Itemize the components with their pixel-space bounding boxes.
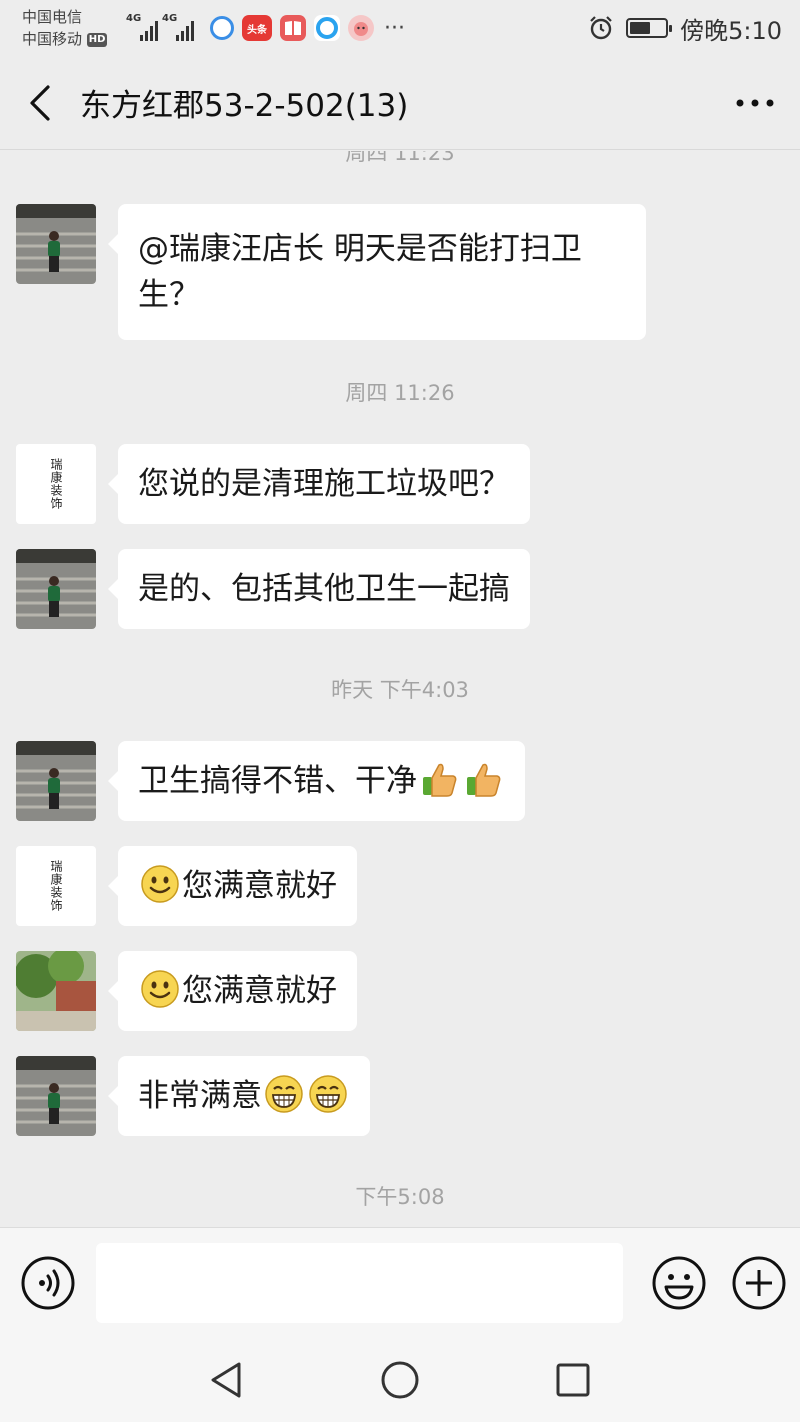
carrier-1: 中国电信 bbox=[22, 8, 83, 26]
more-actions-button[interactable] bbox=[719, 1228, 799, 1338]
store-logo-text: 瑞康装饰 bbox=[49, 458, 63, 510]
voice-input-button[interactable] bbox=[0, 1228, 96, 1338]
message-text: 是的、包括其他卫生一起搞 bbox=[138, 571, 510, 607]
message-bubble[interactable]: 您满意就好 bbox=[108, 846, 357, 926]
message-text: 非常满意 bbox=[138, 1078, 262, 1114]
message-text: @瑞康汪店长 明天是否能打扫卫生？ bbox=[138, 231, 582, 313]
nav-back-button[interactable] bbox=[197, 1350, 257, 1410]
message-bubble[interactable]: 非常满意 bbox=[108, 1056, 370, 1136]
back-arrow-icon bbox=[30, 84, 50, 121]
search-app-icon bbox=[314, 15, 340, 41]
more-notifications-icon: ··· bbox=[384, 15, 405, 41]
input-bar bbox=[0, 1227, 800, 1337]
chat-title: 东方红郡53-2-502(13) bbox=[80, 88, 409, 124]
timestamp: 下午5:08 bbox=[355, 1185, 445, 1209]
message-row: 您满意就好 bbox=[16, 951, 357, 1031]
message-text: 您满意就好 bbox=[182, 868, 337, 904]
square-recents-icon bbox=[556, 1363, 590, 1396]
thumbs-up-icon bbox=[467, 763, 501, 797]
triangle-back-icon bbox=[211, 1362, 241, 1397]
system-nav-bar bbox=[0, 1337, 800, 1422]
chat-messages-area[interactable]: 周四 11:23 @瑞康汪店长 明天是否能打扫卫生？ 周四 11:26 瑞康装饰… bbox=[0, 151, 800, 1227]
carrier-2: 中国移动 bbox=[22, 30, 83, 48]
message-row: @瑞康汪店长 明天是否能打扫卫生？ bbox=[16, 204, 646, 340]
message-bubble[interactable]: 是的、包括其他卫生一起搞 bbox=[108, 549, 530, 629]
message-row: 瑞康装饰 您满意就好 bbox=[16, 846, 357, 926]
smile-emoji-icon bbox=[141, 865, 179, 903]
store-logo-text: 瑞康装饰 bbox=[49, 860, 63, 912]
avatar-store[interactable]: 瑞康装饰 bbox=[16, 846, 96, 926]
message-bubble[interactable]: @瑞康汪店长 明天是否能打扫卫生？ bbox=[108, 204, 646, 340]
status-time: 傍晚5:10 bbox=[680, 16, 782, 45]
network-type-2: 4G bbox=[162, 13, 178, 24]
more-options-button[interactable] bbox=[710, 56, 800, 150]
emoji-button[interactable] bbox=[639, 1228, 719, 1338]
message-text: 您满意就好 bbox=[182, 973, 337, 1009]
signal-1-icon: 4G bbox=[126, 13, 158, 41]
toutiao-icon: 头条 bbox=[242, 15, 272, 41]
signal-2-icon: 4G bbox=[162, 13, 194, 41]
smile-emoji-icon bbox=[141, 970, 179, 1008]
status-bar: 中国电信 中国移动 HD 4G 4G 头条 ··· 傍晚5:10 bbox=[0, 0, 800, 56]
avatar-customer[interactable] bbox=[16, 549, 96, 629]
nav-recents-button[interactable] bbox=[543, 1350, 603, 1410]
nav-home-button[interactable] bbox=[370, 1350, 430, 1410]
avatar-customer[interactable] bbox=[16, 741, 96, 821]
avatar-store[interactable]: 瑞康装饰 bbox=[16, 444, 96, 524]
message-input[interactable] bbox=[96, 1242, 623, 1323]
battery-icon bbox=[626, 18, 673, 38]
message-bubble[interactable]: 您说的是清理施工垃圾吧？ bbox=[108, 444, 530, 524]
avatar-customer[interactable] bbox=[16, 204, 96, 284]
avatar-customer[interactable] bbox=[16, 1056, 96, 1136]
circle-home-icon bbox=[381, 1361, 419, 1398]
message-row: 是的、包括其他卫生一起搞 bbox=[16, 549, 530, 629]
thumbs-up-icon bbox=[423, 763, 457, 797]
avatar-member[interactable] bbox=[16, 951, 96, 1031]
grin-emoji-icon bbox=[309, 1075, 347, 1113]
message-bubble[interactable]: 卫生搞得不错、干净 bbox=[108, 741, 525, 821]
alarm-icon bbox=[590, 16, 612, 40]
hd-badge: HD bbox=[86, 32, 108, 47]
message-bubble[interactable]: 您满意就好 bbox=[108, 951, 357, 1031]
timestamp: 昨天 下午4:03 bbox=[331, 678, 469, 702]
chat-header: 东方红郡53-2-502(13) bbox=[0, 56, 800, 150]
mascot-app-icon bbox=[348, 15, 374, 41]
message-row: 瑞康装饰 您说的是清理施工垃圾吧？ bbox=[16, 444, 530, 524]
smiley-icon bbox=[652, 1256, 706, 1309]
network-type-1: 4G bbox=[126, 13, 142, 24]
timestamp: 周四 11:26 bbox=[345, 381, 455, 405]
book-icon bbox=[280, 15, 306, 41]
app-circle-icon bbox=[210, 16, 234, 40]
message-row: 卫生搞得不错、干净 bbox=[16, 741, 525, 821]
message-text: 您说的是清理施工垃圾吧？ bbox=[138, 466, 510, 502]
message-row: 非常满意 bbox=[16, 1056, 370, 1136]
grin-emoji-icon bbox=[265, 1075, 303, 1113]
message-text: 卫生搞得不错、干净 bbox=[138, 763, 417, 799]
timestamp: 周四 11:23 bbox=[345, 151, 455, 165]
more-dots-icon bbox=[736, 99, 774, 106]
back-button[interactable] bbox=[0, 56, 80, 150]
voice-icon bbox=[21, 1256, 75, 1309]
carrier-info: 中国电信 中国移动 HD bbox=[22, 6, 122, 50]
plus-icon bbox=[732, 1256, 786, 1309]
